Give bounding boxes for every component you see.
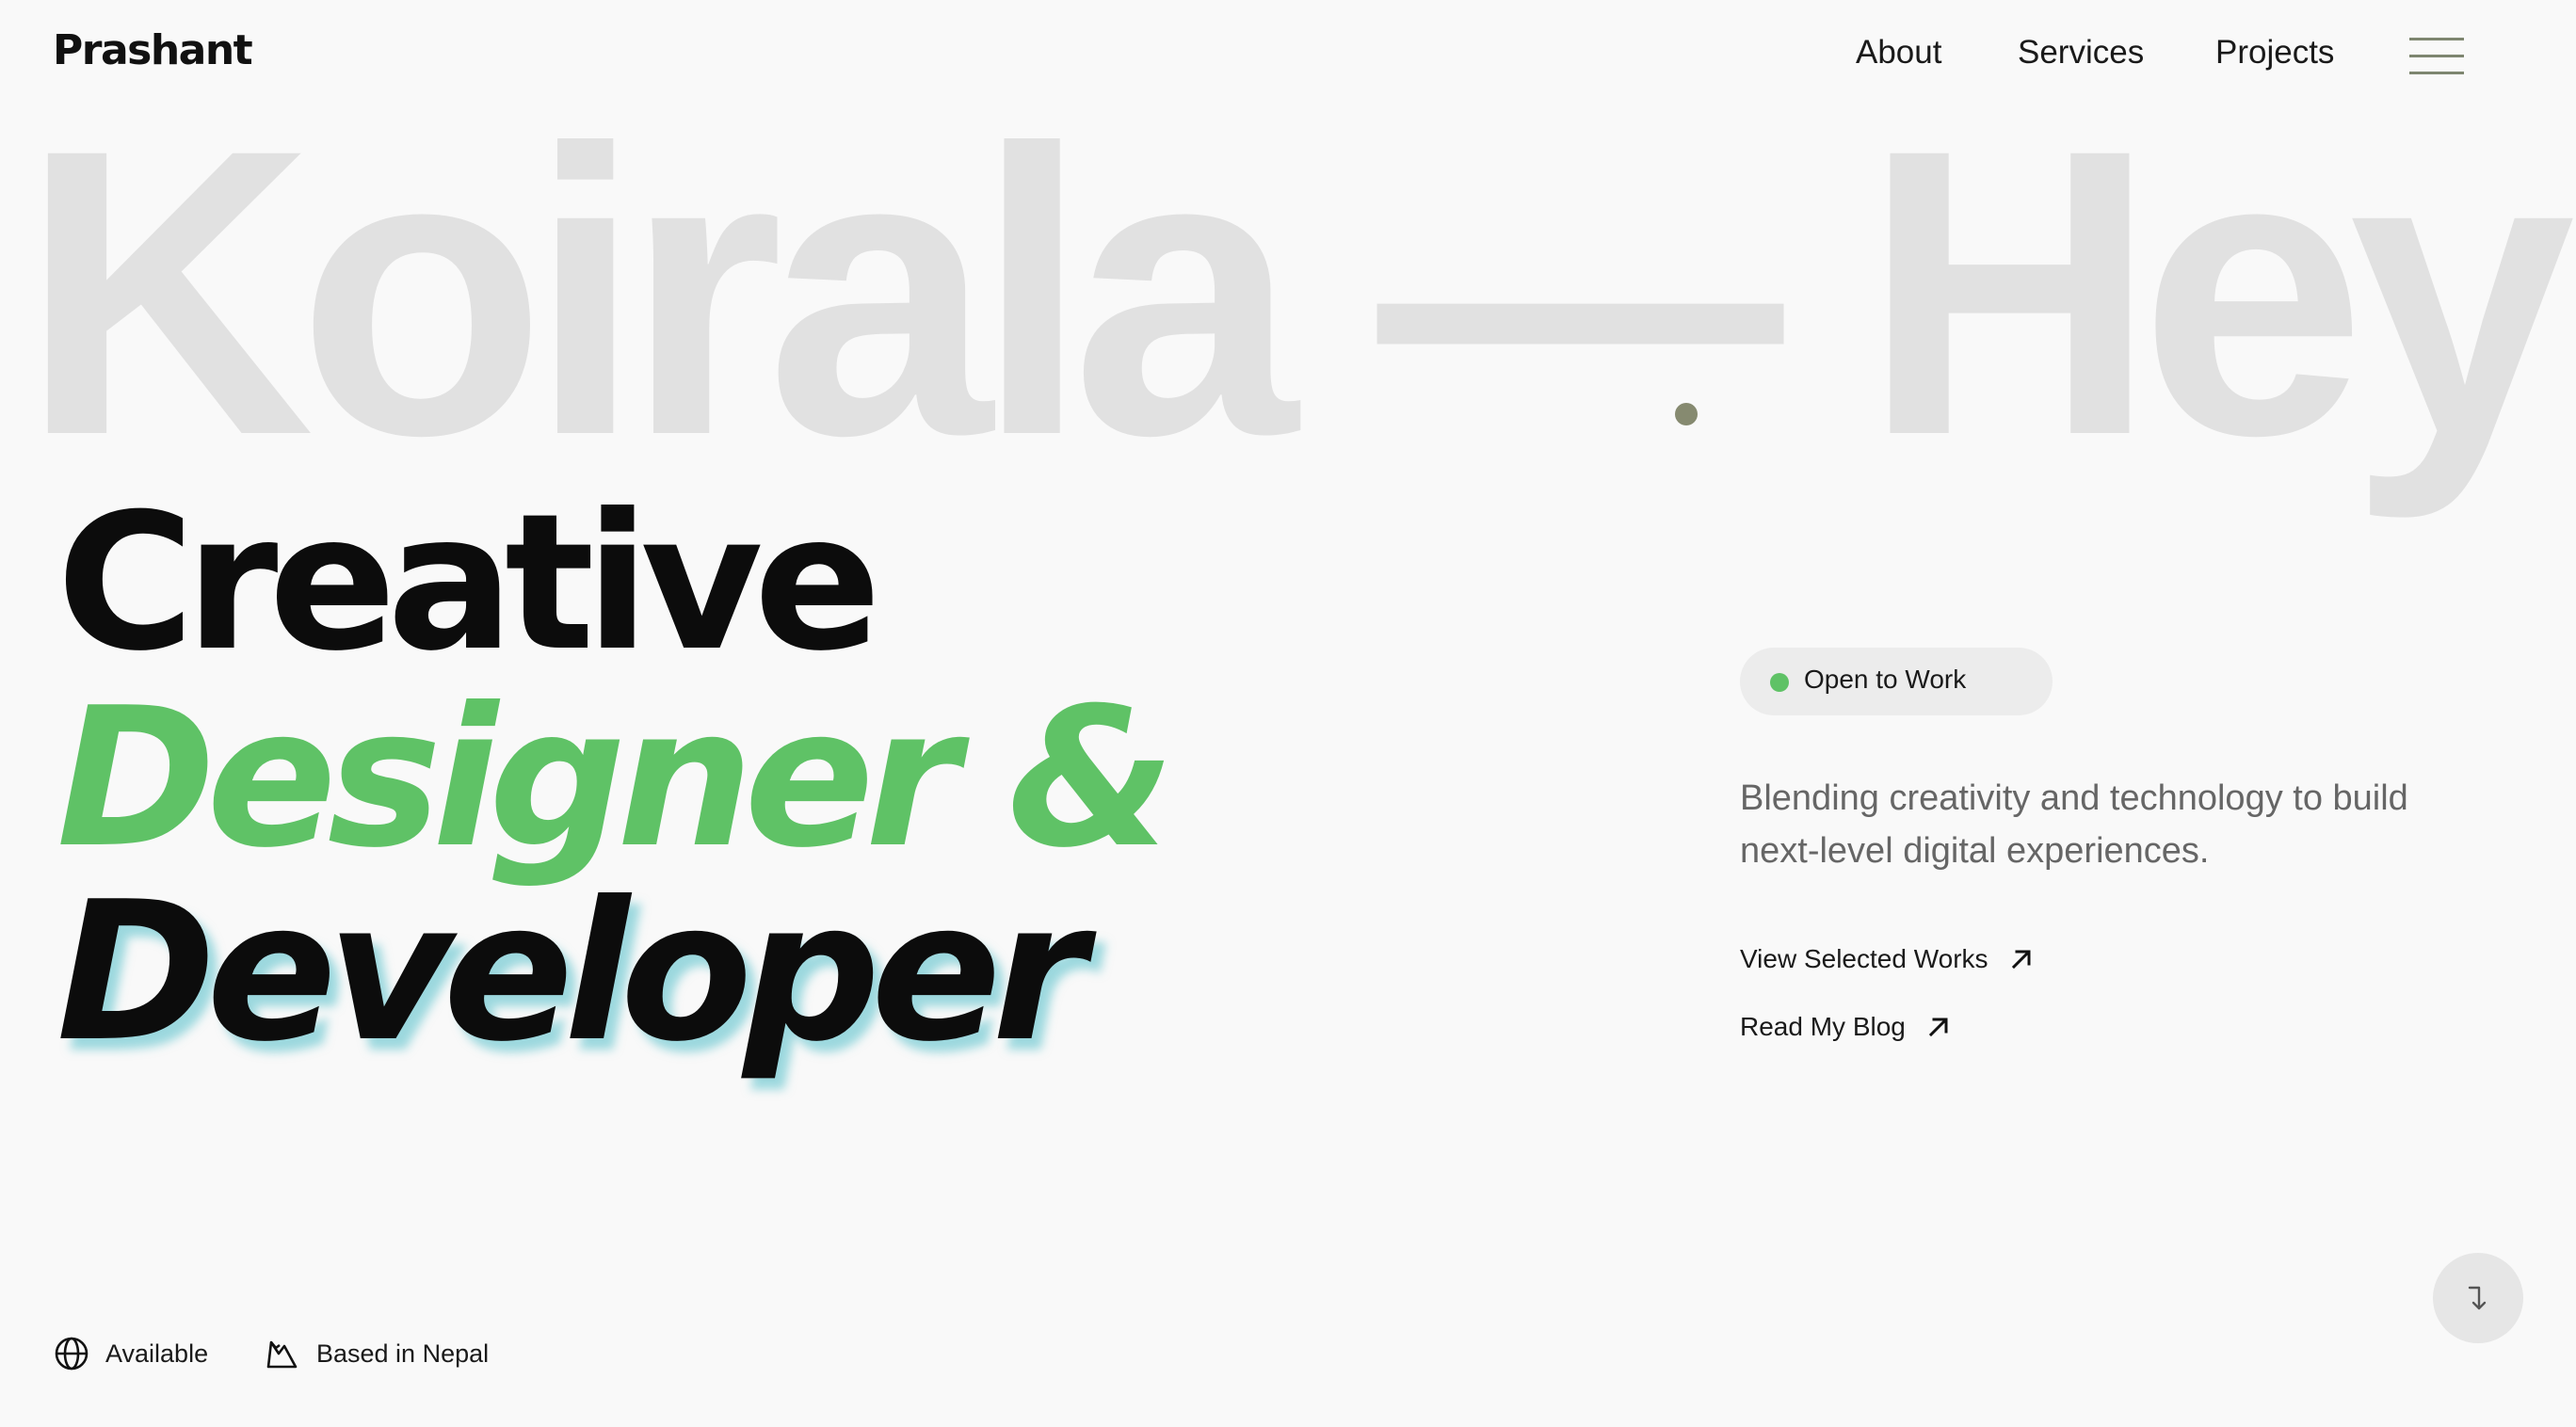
hero-line-creative: Creative: [56, 473, 881, 693]
hero-tagline: Blending creativity and technology to bu…: [1740, 778, 2408, 871]
read-my-blog-link[interactable]: Read My Blog: [1740, 1008, 1951, 1046]
arrow-up-right-icon: [2011, 950, 2031, 970]
globe-icon: [55, 1337, 89, 1371]
nav-projects[interactable]: Projects: [2215, 34, 2334, 72]
hero-line-designer: Designer &: [56, 667, 1175, 890]
hamburger-icon[interactable]: [2409, 38, 2464, 75]
location-info: Based in Nepal: [264, 1335, 489, 1372]
arrow-up-right-icon: [1928, 1018, 1948, 1037]
view-selected-works-label: View Selected Works: [1740, 944, 1988, 973]
marquee-dot: [1675, 403, 1698, 425]
nav-about[interactable]: About: [1856, 34, 1941, 72]
availability-status: Available: [53, 1335, 208, 1372]
location-label: Based in Nepal: [316, 1339, 490, 1368]
marquee-text: Koirala — Hey: [21, 65, 2575, 520]
availability-label: Available: [105, 1339, 209, 1368]
status-dot: [1770, 673, 1789, 692]
scroll-down-button[interactable]: [2433, 1253, 2523, 1343]
site-logo[interactable]: Prashant: [53, 26, 253, 74]
mountain-icon: [266, 1340, 298, 1369]
hero-page: Koirala — Hey Prashant About Services Pr…: [0, 0, 2576, 1427]
hero-line-developer: Developer: [56, 861, 1087, 1084]
arrow-down-turn-icon: [2468, 1286, 2487, 1310]
status-label: Open to Work: [1804, 665, 1967, 694]
open-to-work-badge[interactable]: Open to Work: [1740, 648, 2053, 715]
nav-services[interactable]: Services: [2018, 34, 2144, 72]
view-selected-works-link[interactable]: View Selected Works: [1740, 940, 2034, 978]
read-my-blog-label: Read My Blog: [1740, 1012, 1906, 1041]
